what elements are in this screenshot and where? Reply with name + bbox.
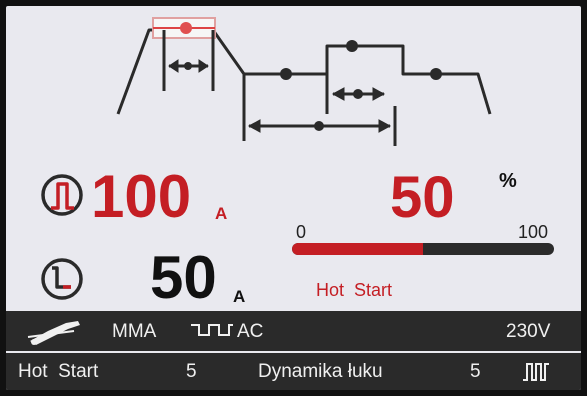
- waveform-point: [430, 68, 442, 80]
- scale-min-label: 0: [296, 222, 307, 242]
- hot-start-unit: %: [499, 170, 517, 192]
- electrode-holder-icon: [27, 321, 80, 345]
- mode-status-bar: MMA AC 230V: [6, 311, 581, 351]
- arrow-point: [353, 89, 363, 99]
- hot-start-label: Hot Start: [316, 280, 393, 300]
- waveform-point: [346, 40, 358, 52]
- display-screen: 100 A 50 A 50 % 0 100 Hot Start MMA AC 2…: [6, 6, 581, 390]
- hot-start-waveform-diagram: [116, 17, 492, 146]
- hot-start-param-value: 5: [186, 361, 197, 382]
- pulse-waveform-icon: [523, 363, 549, 381]
- arrow-head: [331, 87, 345, 101]
- arrow-head: [247, 119, 261, 133]
- arrow-head: [372, 87, 386, 101]
- hot-start-level-fill: [292, 243, 423, 255]
- base-current-icon: [41, 258, 83, 300]
- hot-start-value: 50: [390, 165, 455, 230]
- hot-start-point: [180, 22, 192, 34]
- arrow-head: [378, 119, 392, 133]
- main-current-unit: A: [215, 204, 228, 223]
- waveform-line: [116, 28, 164, 115]
- base-current-value: 50: [150, 244, 217, 311]
- hot-start-level-bar: [292, 243, 554, 255]
- waveform-point: [280, 68, 292, 80]
- peak-current-icon: [41, 174, 83, 216]
- arrow-point: [314, 121, 324, 131]
- arrow-point: [184, 62, 192, 70]
- parameter-status-bar: Hot Start 5 Dynamika łuku 5: [6, 353, 581, 390]
- ac-square-wave-icon: [191, 324, 233, 336]
- scale-max-label: 100: [518, 222, 549, 242]
- current-type: AC: [237, 321, 264, 342]
- arrow-head: [168, 59, 179, 73]
- supply-voltage: 230V: [506, 321, 551, 342]
- base-current-unit: A: [233, 287, 246, 306]
- arrow-head: [198, 59, 209, 73]
- arc-force-param-value: 5: [470, 361, 481, 382]
- hot-start-param-label: Hot Start: [18, 361, 99, 382]
- welding-mode: MMA: [112, 321, 157, 342]
- main-current-value: 100: [91, 163, 192, 230]
- arc-force-param-label: Dynamika łuku: [258, 361, 383, 382]
